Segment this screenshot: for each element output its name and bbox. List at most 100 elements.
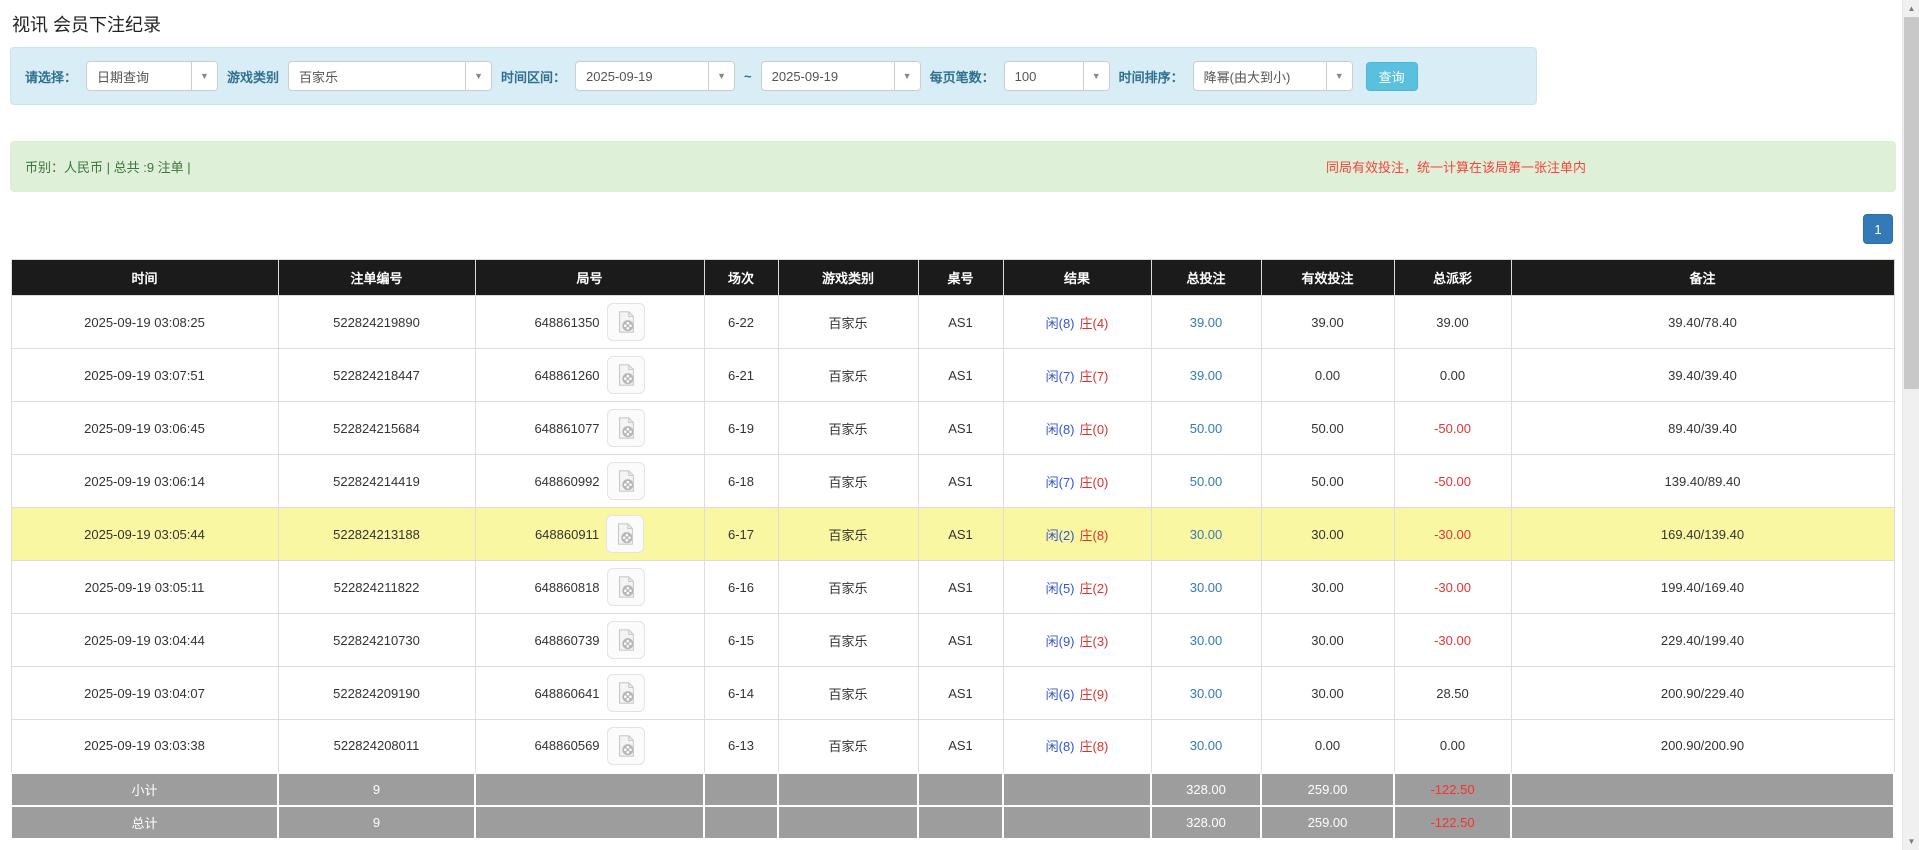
cell-time: 2025-09-19 03:04:44: [10, 613, 279, 667]
total-payout: -122.50: [1393, 804, 1512, 840]
cell-total-bet: 50.00: [1150, 401, 1262, 455]
total-bet-link[interactable]: 30.00: [1190, 527, 1223, 542]
scrollbar-up-arrow-icon[interactable]: ▲: [1903, 0, 1919, 17]
cell-note: 200.90/200.90: [1510, 719, 1895, 773]
page-title: 视讯 会员下注纪录: [12, 15, 162, 35]
cell-bet-id: 522824213188: [277, 507, 476, 561]
cell-table-no: AS1: [917, 401, 1004, 455]
result-banker: 庄(3): [1079, 633, 1109, 649]
chevron-down-icon: ▼: [1082, 62, 1109, 90]
cell-bet-id: 522824209190: [277, 666, 476, 720]
cell-note: 229.40/199.40: [1510, 613, 1895, 667]
cell-note: 139.40/89.40: [1510, 454, 1895, 508]
tilde-separator: ~: [744, 68, 752, 84]
chevron-down-icon: ▼: [1325, 62, 1352, 90]
video-replay-button[interactable]: [606, 356, 645, 394]
scrollbar-thumb[interactable]: [1904, 17, 1919, 389]
cell-round-id: 648860641: [474, 666, 705, 720]
cell-bet-id: 522824215684: [277, 401, 476, 455]
total-bet-link[interactable]: 30.00: [1190, 580, 1223, 595]
cell-table-no: AS1: [917, 348, 1004, 402]
video-replay-button[interactable]: [606, 462, 645, 500]
chevron-down-icon: ▼: [191, 62, 218, 90]
game-type-select[interactable]: 百家乐 ▼: [288, 61, 493, 91]
total-bet-link[interactable]: 30.00: [1190, 633, 1223, 648]
cell-game-type: 百家乐: [777, 401, 919, 455]
cell-valid-bet: 30.00: [1260, 560, 1395, 614]
cell-valid-bet: 50.00: [1260, 454, 1395, 508]
game-type-label: 游戏类别: [227, 69, 280, 85]
cell-note: 199.40/169.40: [1510, 560, 1895, 614]
video-replay-button[interactable]: [606, 409, 645, 447]
video-replay-button[interactable]: [606, 621, 645, 659]
cell-bet-id: 522824218447: [277, 348, 476, 402]
cell-round-id: 648861077: [474, 401, 705, 455]
cell-game-type: 百家乐: [777, 560, 919, 614]
total-bet-link[interactable]: 30.00: [1190, 738, 1223, 753]
total-bet-link[interactable]: 39.00: [1190, 315, 1223, 330]
valid-bet-notice: 同局有效投注，统一计算在该局第一张注单内: [1325, 160, 1586, 175]
vertical-scrollbar: ▲ ▼: [1902, 0, 1919, 850]
header-session: 场次: [703, 259, 779, 296]
cell-round-id: 648861260: [474, 348, 705, 402]
cell-valid-bet: 30.00: [1260, 666, 1395, 720]
result-banker: 庄(0): [1079, 421, 1109, 437]
cell-payout: -50.00: [1393, 401, 1512, 455]
video-replay-button[interactable]: [606, 303, 645, 341]
video-replay-button[interactable]: [606, 515, 645, 553]
header-valid-bet: 有效投注: [1260, 259, 1395, 296]
round-id-value: 648860641: [534, 685, 600, 701]
cell-time: 2025-09-19 03:08:25: [10, 295, 279, 349]
date-from-picker[interactable]: 2025-09-19 ▼: [575, 61, 736, 91]
cell-bet-id: 522824210730: [277, 613, 476, 667]
table-row: 2025-09-19 03:03:38 522824208011 6488605…: [10, 719, 1895, 773]
round-id-value: 648860739: [534, 632, 600, 648]
result-banker: 庄(4): [1079, 315, 1109, 331]
cell-session: 6-22: [703, 295, 779, 349]
cell-time: 2025-09-19 03:04:07: [10, 666, 279, 720]
cell-table-no: AS1: [917, 719, 1004, 773]
video-replay-button[interactable]: [606, 674, 645, 712]
total-count: 9: [277, 804, 476, 840]
cell-session: 6-13: [703, 719, 779, 773]
cell-payout: 0.00: [1393, 719, 1512, 773]
page-size-select[interactable]: 100 ▼: [1003, 61, 1110, 91]
video-replay-button[interactable]: [606, 726, 645, 765]
date-to-value: 2025-09-19: [771, 68, 839, 84]
total-bet-link[interactable]: 50.00: [1190, 421, 1223, 436]
cell-game-type: 百家乐: [777, 454, 919, 508]
table-row: 2025-09-19 03:06:45 522824215684 6488610…: [10, 401, 1895, 455]
header-result: 结果: [1002, 259, 1152, 296]
date-to-picker[interactable]: 2025-09-19 ▼: [760, 61, 921, 91]
video-replay-button[interactable]: [606, 568, 645, 606]
header-payout: 总派彩: [1393, 259, 1512, 296]
betting-records-table: 时间 注单编号 局号 场次 游戏类别 桌号 结果 总投注 有效投注 总派彩 备注…: [10, 259, 1895, 840]
cell-table-no: AS1: [917, 507, 1004, 561]
scrollbar-down-arrow-icon[interactable]: ▼: [1903, 833, 1919, 850]
total-bet-link[interactable]: 50.00: [1190, 474, 1223, 489]
film-reel-icon: [618, 311, 634, 333]
subtotal-total-bet: 328.00: [1150, 771, 1262, 807]
film-reel-icon: [618, 629, 634, 651]
pagination: 1: [10, 214, 1893, 244]
cell-session: 6-15: [703, 613, 779, 667]
query-type-select[interactable]: 日期查询 ▼: [86, 61, 219, 91]
game-type-value: 百家乐: [299, 69, 339, 85]
page-1-button[interactable]: 1: [1863, 214, 1893, 244]
cell-total-bet: 39.00: [1150, 295, 1262, 349]
cell-game-type: 百家乐: [777, 719, 919, 773]
cell-result: 闲(5) 庄(2): [1002, 560, 1152, 614]
result-banker: 庄(0): [1079, 474, 1109, 490]
header-note: 备注: [1510, 259, 1895, 296]
result-player: 闲(8): [1045, 421, 1075, 437]
result-banker: 庄(9): [1079, 686, 1109, 702]
sort-order-select[interactable]: 降幂(由大到小) ▼: [1192, 61, 1353, 91]
cell-table-no: AS1: [917, 613, 1004, 667]
cell-payout: 28.50: [1393, 666, 1512, 720]
search-button[interactable]: 查询: [1365, 61, 1418, 91]
header-table-no: 桌号: [917, 259, 1004, 296]
film-reel-icon: [618, 523, 633, 545]
total-bet-link[interactable]: 39.00: [1190, 368, 1223, 383]
cell-payout: 0.00: [1393, 348, 1512, 402]
total-bet-link[interactable]: 30.00: [1190, 686, 1223, 701]
